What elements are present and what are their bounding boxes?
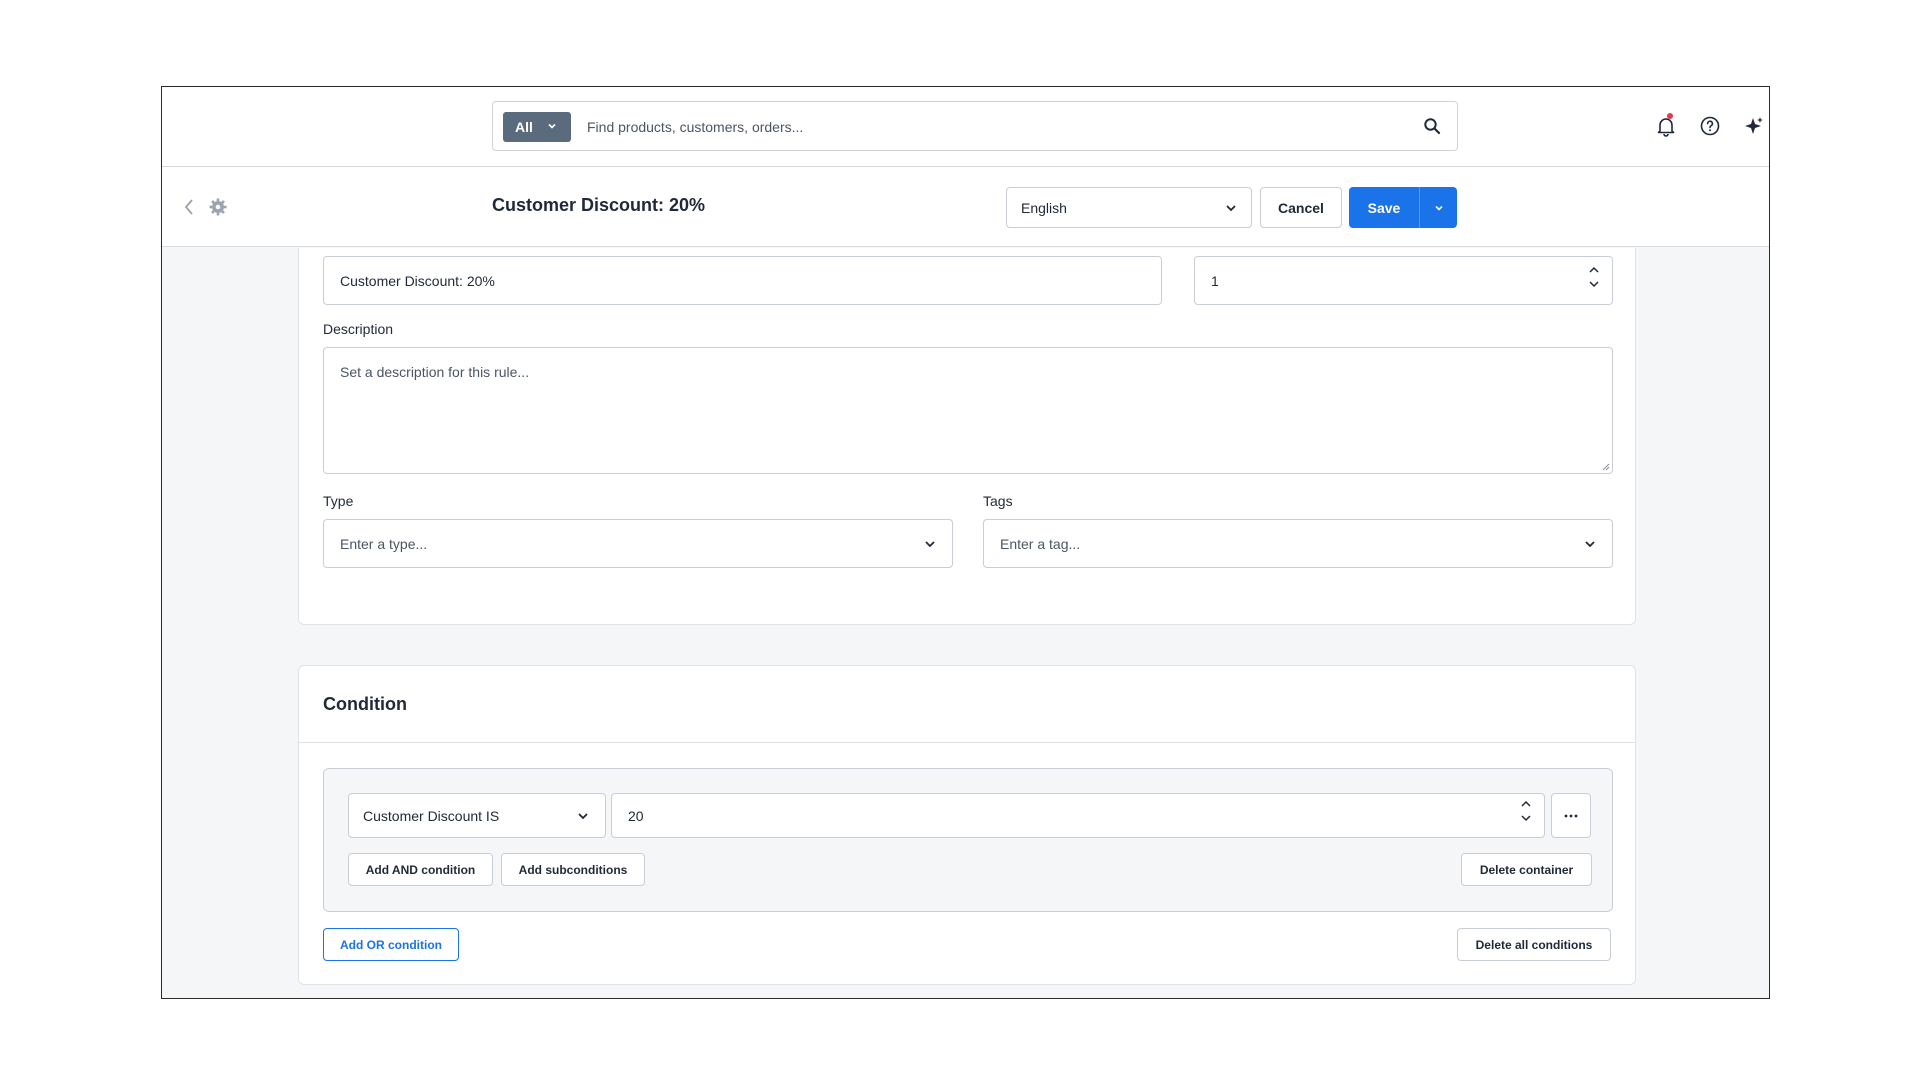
chevron-down-icon <box>1434 205 1443 211</box>
search-input[interactable] <box>587 114 1387 140</box>
type-placeholder: Enter a type... <box>340 535 428 552</box>
type-select[interactable]: Enter a type... <box>323 519 953 568</box>
ellipsis-icon <box>1564 814 1578 817</box>
condition-container: Customer Discount IS 20 Add AND conditio… <box>323 768 1613 912</box>
content-area: Customer Discount: 20% 1 Description Set… <box>162 248 1769 998</box>
page-header: Customer Discount: 20% English Cancel Sa… <box>162 167 1769 247</box>
general-card: Customer Discount: 20% 1 Description Set… <box>298 248 1636 625</box>
condition-field-value: Customer Discount IS <box>363 807 500 824</box>
cancel-button[interactable]: Cancel <box>1260 187 1342 228</box>
type-label: Type <box>323 493 354 509</box>
delete-container-button[interactable]: Delete container <box>1461 853 1592 886</box>
search-icon[interactable] <box>1423 117 1441 135</box>
tags-select[interactable]: Enter a tag... <box>983 519 1613 568</box>
save-options-button[interactable] <box>1420 187 1457 228</box>
chevron-down-icon <box>1226 205 1236 212</box>
rule-name-input[interactable]: Customer Discount: 20% <box>323 256 1162 305</box>
notification-dot <box>1667 113 1673 119</box>
help-icon <box>1700 116 1720 136</box>
chevron-down-icon[interactable] <box>1520 813 1532 823</box>
priority-stepper[interactable] <box>1588 265 1600 289</box>
condition-value: 20 <box>628 807 644 824</box>
ai-assistant-button[interactable] <box>1743 115 1765 142</box>
search-scope-dropdown[interactable]: All <box>503 112 571 142</box>
chevron-down-icon <box>548 123 556 129</box>
add-subconditions-button[interactable]: Add subconditions <box>501 853 645 886</box>
divider <box>299 742 1635 743</box>
gear-icon[interactable] <box>208 197 228 217</box>
resize-handle-icon[interactable] <box>1600 461 1610 471</box>
delete-all-conditions-button[interactable]: Delete all conditions <box>1457 928 1611 961</box>
language-select[interactable]: English <box>1006 187 1252 228</box>
chevron-up-icon[interactable] <box>1588 265 1600 275</box>
more-options-button[interactable] <box>1551 793 1591 838</box>
condition-field-select[interactable]: Customer Discount IS <box>348 793 606 838</box>
help-button[interactable] <box>1699 115 1721 142</box>
tags-placeholder: Enter a tag... <box>1000 535 1081 552</box>
description-textarea[interactable]: Set a description for this rule... <box>323 347 1613 474</box>
add-or-condition-button[interactable]: Add OR condition <box>323 928 459 961</box>
global-search: All <box>492 101 1458 151</box>
condition-value-input[interactable]: 20 <box>611 793 1545 838</box>
save-button-group: Save <box>1349 187 1457 228</box>
chevron-down-icon <box>578 813 588 820</box>
description-placeholder: Set a description for this rule... <box>340 364 530 380</box>
bell-icon <box>1657 118 1675 137</box>
notifications-button[interactable] <box>1655 113 1677 142</box>
add-and-condition-button[interactable]: Add AND condition <box>348 853 493 886</box>
save-button[interactable]: Save <box>1349 200 1419 216</box>
chevron-up-icon[interactable] <box>1520 799 1532 809</box>
app-window: All Customer Discount: 20% English Cance… <box>161 86 1770 999</box>
language-value: English <box>1021 199 1067 216</box>
chevron-down-icon[interactable] <box>1588 279 1600 289</box>
back-icon[interactable] <box>182 197 196 217</box>
sparkle-icon <box>1745 117 1763 134</box>
page-title: Customer Discount: 20% <box>492 195 706 215</box>
description-label: Description <box>323 321 394 337</box>
condition-card: Condition Customer Discount IS 20 Add AN… <box>298 665 1636 985</box>
search-scope-label: All <box>515 119 533 135</box>
tags-label: Tags <box>983 493 1013 509</box>
chevron-down-icon <box>925 541 935 548</box>
top-bar: All <box>162 87 1769 167</box>
condition-value-stepper[interactable] <box>1520 799 1532 823</box>
condition-title: Condition <box>323 694 407 714</box>
rule-name-value: Customer Discount: 20% <box>340 272 495 289</box>
chevron-down-icon <box>1585 541 1595 548</box>
priority-value: 1 <box>1211 272 1219 289</box>
priority-input[interactable]: 1 <box>1194 256 1613 305</box>
